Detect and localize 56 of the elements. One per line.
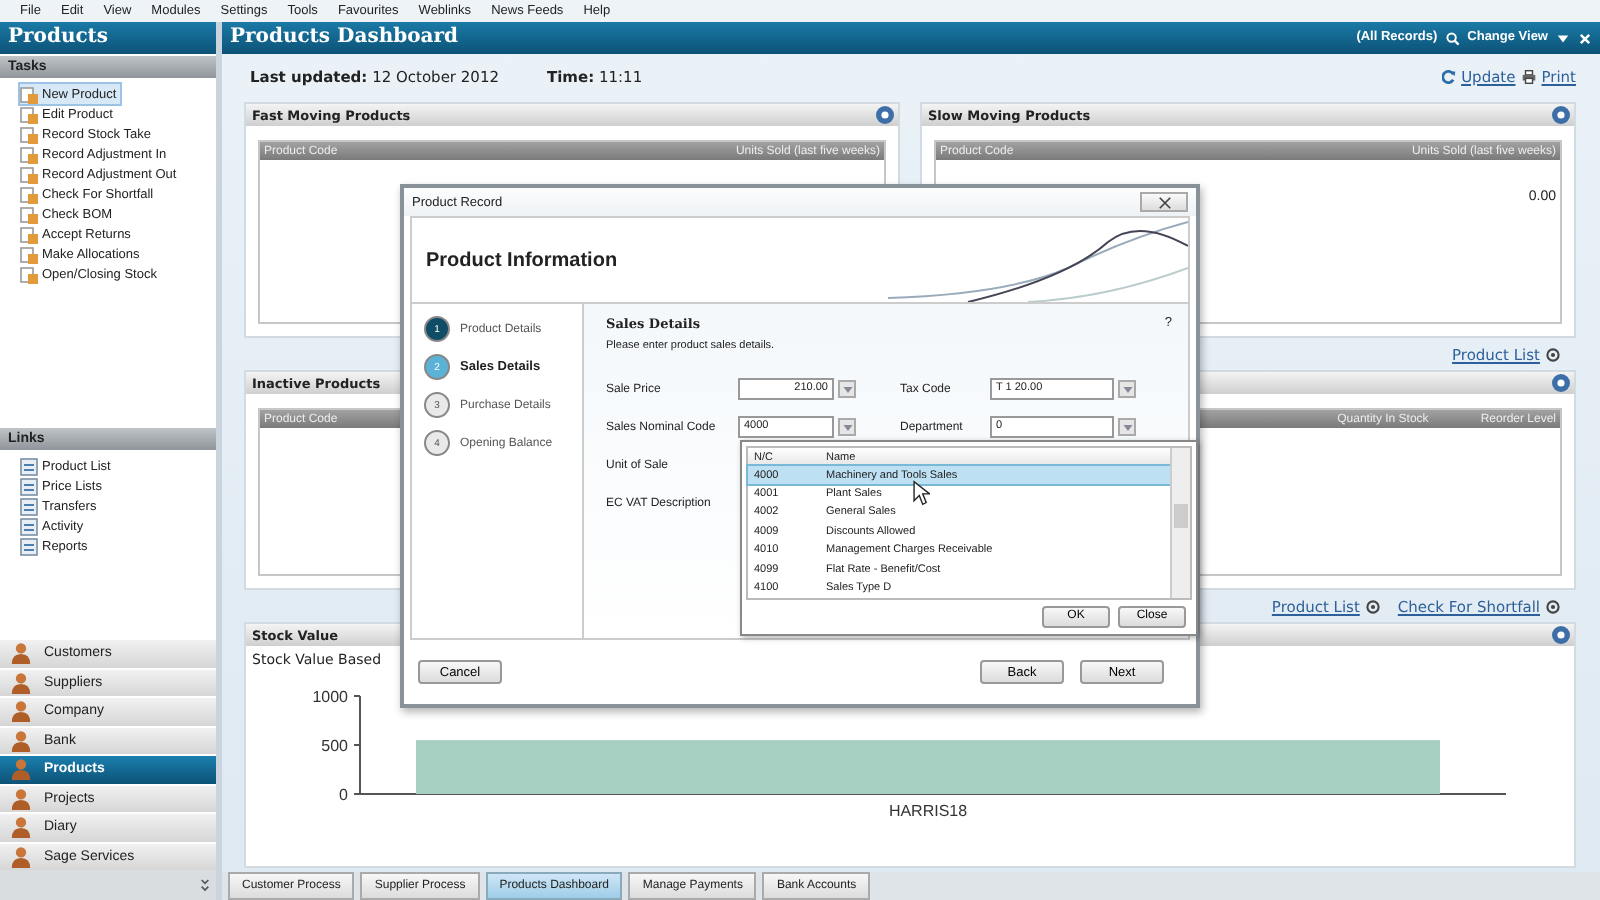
document-icon — [20, 145, 38, 163]
person-icon — [10, 671, 32, 694]
list-icon — [20, 517, 38, 535]
caret-icon — [1556, 31, 1570, 45]
person-icon — [10, 700, 32, 723]
printer-icon — [1521, 69, 1536, 83]
person-icon — [10, 729, 32, 752]
caret-icon — [841, 421, 853, 433]
close-icon — [1157, 195, 1171, 209]
document-icon — [20, 105, 38, 123]
settings-icon[interactable] — [1552, 374, 1570, 392]
settings-icon[interactable] — [1552, 626, 1570, 644]
person-icon — [10, 845, 32, 868]
person-icon — [10, 642, 32, 665]
list-icon — [20, 477, 38, 495]
more-icon[interactable] — [200, 878, 210, 892]
person-icon — [10, 816, 32, 839]
caret-icon — [841, 383, 853, 395]
settings-icon[interactable] — [876, 106, 894, 124]
document-icon — [20, 165, 38, 183]
arrow-circle-icon — [1365, 599, 1380, 613]
arrow-circle-icon — [1546, 347, 1560, 361]
caret-icon — [1121, 421, 1133, 433]
list-icon — [20, 457, 38, 475]
settings-icon[interactable] — [1552, 106, 1570, 124]
calculator-button[interactable] — [838, 380, 856, 398]
sidebar-title: Products — [0, 22, 216, 54]
person-icon — [10, 758, 32, 781]
category-label: HARRIS18 — [888, 802, 968, 820]
refresh-icon — [1441, 69, 1456, 83]
tick-label: 500 — [321, 737, 348, 755]
document-icon — [20, 125, 38, 143]
list-icon — [20, 537, 38, 555]
tick-label: 0 — [339, 786, 348, 804]
search-icon[interactable] — [1445, 31, 1460, 45]
tick-label: 1000 — [312, 688, 348, 706]
document-icon — [20, 245, 38, 263]
dashboard-title: Products Dashboard — [230, 24, 458, 52]
document-icon — [20, 225, 38, 243]
document-icon — [20, 85, 38, 103]
list-icon — [20, 497, 38, 515]
dialog-heading: Product Information — [426, 249, 618, 271]
dropdown-button[interactable] — [1118, 380, 1136, 398]
document-icon — [20, 185, 38, 203]
y-axis — [353, 695, 361, 795]
dropdown-button[interactable] — [838, 418, 856, 436]
arrow-circle-icon — [1546, 599, 1560, 613]
close-button[interactable] — [1140, 192, 1188, 212]
document-icon — [20, 205, 38, 223]
close-icon[interactable] — [1578, 31, 1592, 45]
dropdown-button[interactable] — [1118, 418, 1136, 436]
document-icon — [20, 265, 38, 283]
caret-icon — [1121, 383, 1133, 395]
cursor-icon — [912, 480, 930, 506]
person-icon — [10, 787, 32, 810]
scrollbar[interactable] — [1170, 448, 1190, 598]
